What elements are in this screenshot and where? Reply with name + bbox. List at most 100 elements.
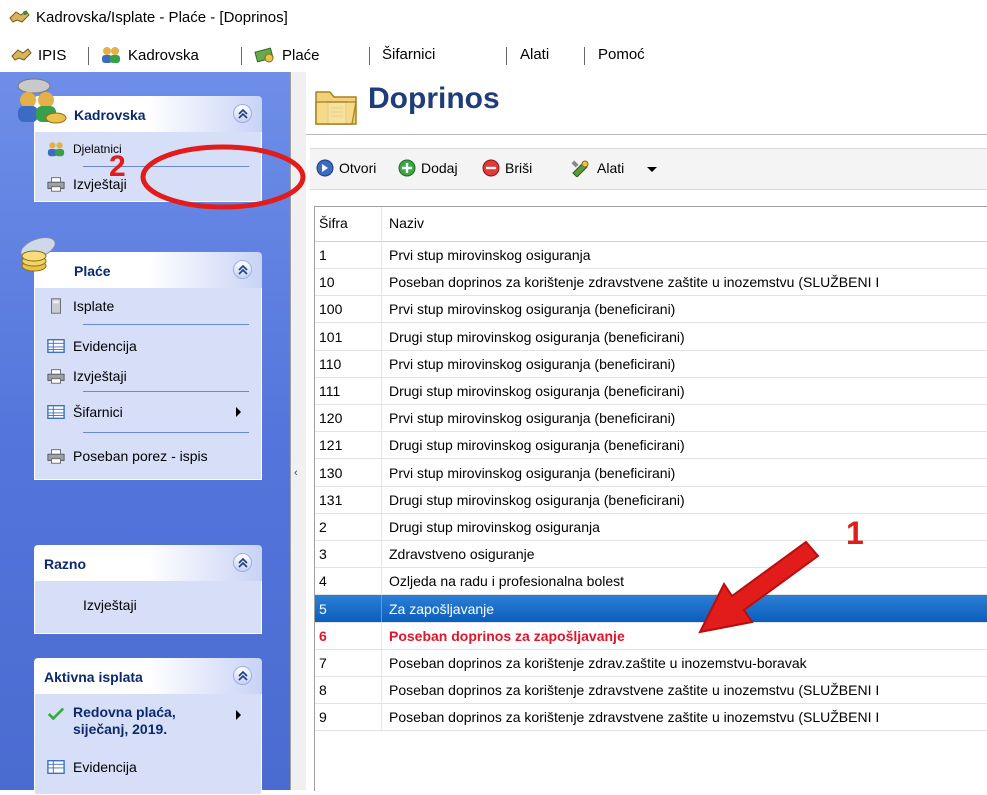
- cell-sifra: 4: [319, 573, 327, 590]
- sidebar-item-razno-izvjestaji[interactable]: Izvještaji: [35, 581, 261, 629]
- tools-dropdown-icon[interactable]: [647, 167, 657, 172]
- menu-separator: [506, 47, 507, 65]
- table-row[interactable]: 101 Drugi stup mirovinskog osiguranja (be…: [315, 322, 987, 351]
- table-row[interactable]: 1 Prvi stup mirovinskog osiguranja: [315, 241, 987, 269]
- cell-sifra: 2: [319, 519, 327, 535]
- menu-sifarnici[interactable]: Šifarnici: [382, 46, 435, 63]
- menu-separator: [88, 47, 89, 65]
- cell-sifra: 3: [319, 546, 327, 563]
- plus-icon: [398, 159, 416, 177]
- table-icon: [47, 405, 65, 419]
- cell-naziv: Drugi stup mirovinskog osiguranja (benef…: [389, 383, 685, 399]
- sidebar-item-evidencija[interactable]: Evidencija: [35, 331, 261, 361]
- users-icon: [102, 47, 120, 63]
- divider: [306, 134, 987, 135]
- cell-naziv: Drugi stup mirovinskog osiguranja: [389, 519, 600, 535]
- menu-pomoc[interactable]: Pomoć: [598, 46, 645, 63]
- cell-naziv: Prvi stup mirovinskog osiguranja (benefi…: [389, 410, 676, 427]
- table-row[interactable]: 130 Prvi stup mirovinskog osiguranja (ben…: [315, 458, 987, 487]
- table-row[interactable]: 110 Prvi stup mirovinskog osiguranja (ben…: [315, 349, 987, 378]
- sidebar-item-evidencija[interactable]: Evidencija: [35, 752, 261, 782]
- panel-title: Aktivna isplata: [44, 669, 143, 685]
- users-icon: [47, 142, 65, 157]
- sidebar-item-poseban-porez[interactable]: Poseban porez - ispis: [35, 433, 261, 479]
- handshake-icon: [11, 48, 32, 61]
- submenu-arrow-icon: [236, 407, 241, 417]
- collapse-left-icon[interactable]: ‹: [294, 467, 298, 479]
- cell-naziv: Poseban doprinos za korištenje zdrav.zaš…: [389, 655, 807, 671]
- delete-button[interactable]: Briši: [482, 159, 532, 177]
- sidebar-item-label: Evidencija: [73, 338, 137, 354]
- column-separator: [381, 485, 382, 513]
- menu-kadrovska[interactable]: Kadrovska: [100, 46, 199, 64]
- toolbar: Otvori Dodaj Briši Alati: [310, 148, 987, 190]
- cell-sifra: 121: [319, 437, 343, 454]
- menu-bar: IPIS Kadrovska Plaće Šifarnici Alati Pom…: [0, 38, 987, 72]
- table-row[interactable]: 100 Prvi stup mirovinskog osiguranja (ben…: [315, 295, 987, 324]
- column-separator[interactable]: [381, 207, 382, 241]
- menu-alati[interactable]: Alati: [520, 46, 549, 63]
- sidebar-item-sifarnici[interactable]: Šifarnici: [35, 392, 261, 432]
- table-row[interactable]: 7 Poseban doprinos za korištenje zdrav.za…: [315, 649, 987, 677]
- sidebar-item-label: Evidencija: [73, 759, 137, 775]
- cell-sifra: 120: [319, 410, 343, 427]
- money-icon: [254, 47, 274, 63]
- sidebar-item-isplate[interactable]: Isplate: [35, 288, 261, 324]
- open-icon: [316, 159, 334, 177]
- column-separator: [381, 377, 382, 404]
- collapse-button[interactable]: [233, 260, 252, 279]
- cell-naziv: Drugi stup mirovinskog osiguranja (benef…: [389, 328, 685, 345]
- tools-button[interactable]: Alati: [570, 159, 624, 177]
- panel-kadrovska-header[interactable]: Kadrovska: [17, 78, 262, 132]
- annotation-marker-2: 2: [109, 150, 126, 183]
- submenu-arrow-icon: [236, 710, 241, 720]
- column-separator: [381, 567, 382, 595]
- panel-razno-header[interactable]: Razno: [34, 545, 262, 581]
- column-separator: [381, 513, 382, 540]
- table-row[interactable]: 120 Prvi stup mirovinskog osiguranja (ben…: [315, 404, 987, 433]
- sidebar-item-label: Izvještaji: [73, 368, 127, 384]
- column-header-sifra[interactable]: Šifra: [319, 215, 348, 231]
- sidebar-item-redovna-placa[interactable]: Redovna plaća, siječanj, 2019.: [35, 694, 261, 752]
- panel-aktivna-header[interactable]: Aktivna isplata: [34, 658, 262, 694]
- printer-icon: [47, 177, 65, 192]
- double-chevron-up-icon: [237, 557, 248, 568]
- table-row[interactable]: 131 Drugi stup mirovinskog osiguranja (be…: [315, 485, 987, 514]
- cell-sifra: 5: [319, 600, 327, 617]
- menu-ipis[interactable]: IPIS: [10, 46, 66, 64]
- cell-naziv: Poseban doprinos za zapošljavanje: [389, 627, 625, 644]
- table-row[interactable]: 3 Zdravstveno osiguranje: [315, 540, 987, 569]
- collapse-button[interactable]: [233, 666, 252, 685]
- table-row[interactable]: 9 Poseban doprinos za korištenje zdravstv…: [315, 703, 987, 732]
- open-label: Otvori: [339, 160, 377, 176]
- cell-naziv: Poseban doprinos za korištenje zdravstve…: [389, 682, 880, 699]
- menu-place[interactable]: Plaće: [254, 46, 320, 64]
- open-button[interactable]: Otvori: [316, 159, 376, 177]
- active-payout-line1: Redovna plaća,: [73, 704, 176, 720]
- table-row[interactable]: 121 Drugi stup mirovinskog osiguranja (be…: [315, 431, 987, 460]
- table-row[interactable]: 10 Poseban doprinos za korištenje zdravst…: [315, 268, 987, 297]
- collapse-button[interactable]: [233, 553, 252, 572]
- active-payout-line2: siječanj, 2019.: [73, 721, 168, 737]
- column-header-naziv[interactable]: Naziv: [389, 215, 424, 231]
- collapse-button[interactable]: [233, 104, 252, 123]
- table-row[interactable]: 6 Poseban doprinos za zapošljavanje: [315, 621, 987, 650]
- calculator-icon: [51, 298, 61, 314]
- panel-place-header[interactable]: Plaće: [20, 237, 262, 288]
- cell-naziv: Ozljeda na radu i profesionalna bolest: [389, 573, 625, 590]
- table-row[interactable]: 8 Poseban doprinos za korištenje zdravstv…: [315, 676, 987, 705]
- table-row[interactable]: 2 Drugi stup mirovinskog osiguranja: [315, 513, 987, 541]
- table-row[interactable]: 4 Ozljeda na radu i profesionalna bolest: [315, 567, 987, 596]
- add-button[interactable]: Dodaj: [398, 159, 458, 177]
- table-row[interactable]: 111 Drugi stup mirovinskog osiguranja (be…: [315, 377, 987, 405]
- sidebar-item-izvjestaji[interactable]: Izvještaji: [35, 361, 261, 391]
- add-label: Dodaj: [421, 160, 458, 176]
- table-row[interactable]: 5 Za zapošljavanje: [315, 594, 987, 623]
- title-bar: Kadrovska/Isplate - Plaće - [Doprinos]: [0, 0, 987, 38]
- coins-icon: [20, 237, 56, 272]
- sidebar-item-label: Šifarnici: [73, 404, 123, 420]
- cell-sifra: 8: [319, 682, 327, 699]
- grid-header: Šifra Naziv: [315, 207, 987, 242]
- cell-sifra: 7: [319, 655, 327, 671]
- sidebar-item-label: Isplate: [73, 298, 115, 314]
